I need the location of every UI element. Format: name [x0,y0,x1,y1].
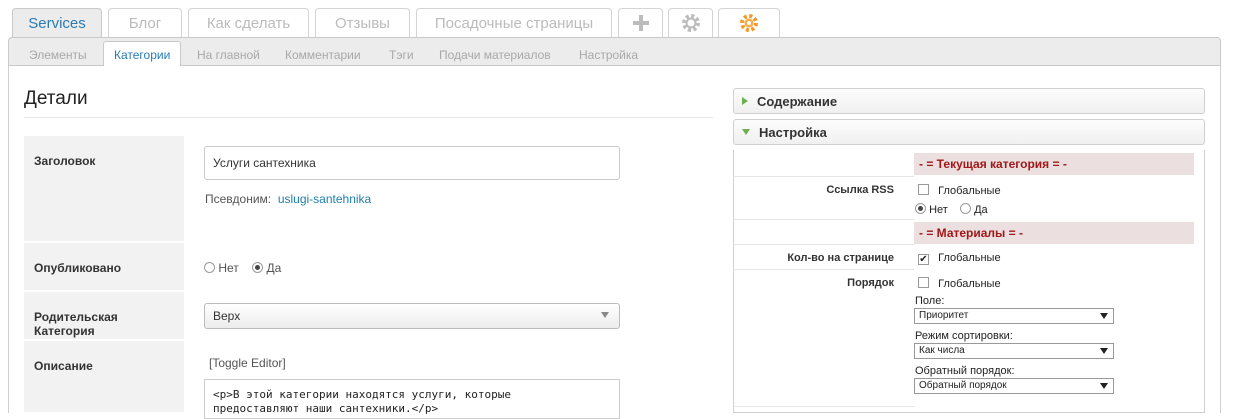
toggle-editor-link[interactable]: [Toggle Editor] [209,356,286,370]
settings-accordion-header[interactable]: Настройка [733,119,1205,145]
gear-icon [681,14,700,32]
sort-mode-select[interactable]: Как числа [914,343,1114,359]
published-yes-radio[interactable] [252,262,264,273]
order-label: Порядок [847,277,894,289]
chevron-down-icon [1100,348,1108,354]
per-page-global-checkbox[interactable]: ✔ [918,254,929,265]
reverse-label: Обратный порядок: [915,365,1015,377]
field-label: Поле: [915,295,945,307]
per-page-label: Кол-во на странице [787,252,894,264]
title-input[interactable]: Услуги сантехника [204,146,620,180]
per-page-global-option: ✔ Глобальные [918,252,1001,265]
subtab-featured[interactable]: На главной [187,44,270,66]
sort-mode-label: Режим сортировки: [915,330,1013,342]
rss-no-radio[interactable] [915,203,926,214]
page-title: Детали [24,88,88,109]
section-current-category: - = Текущая категория = - [914,153,1194,175]
settings-row-divider [733,150,914,177]
rss-global-option: Глобальные [918,184,1001,197]
tab-component-settings[interactable] [718,8,780,37]
tab-blog[interactable]: Блог [108,8,182,37]
published-no-radio[interactable] [204,262,215,273]
settings-row-divider [733,220,914,245]
component-gear-icon [740,14,758,32]
subtab-tags[interactable]: Тэги [379,44,424,66]
tab-add[interactable] [618,8,663,37]
description-textarea[interactable]: <p>В этой категории находятся услуги, ко… [204,379,620,419]
rss-yes-radio[interactable] [960,203,972,214]
sub-tab-bar: Элементы Категории На главной Комментари… [8,37,1221,67]
alias-value[interactable]: uslugi-santehnika [278,192,371,206]
section-materials: - = Материалы = - [914,222,1194,244]
tab-landing-pages[interactable]: Посадочные страницы [416,8,612,37]
description-label: Описание [24,341,184,413]
subtab-submissions[interactable]: Подачи материалов [429,44,561,66]
parent-label: Родительская Категория [24,292,184,340]
reverse-select[interactable]: Обратный порядок [914,378,1114,394]
chevron-down-icon [601,312,609,318]
subtab-comments[interactable]: Комментарии [275,44,371,66]
alias-row: Псевдоним: uslugi-santehnika [205,192,372,206]
order-global-checkbox[interactable] [918,277,929,288]
title-label: Заголовок [24,136,184,242]
subtab-items[interactable]: Элементы [19,44,97,66]
collapse-arrow-icon [742,129,750,135]
published-options: Нет Да [204,261,281,275]
parent-select[interactable]: Верх [204,303,620,329]
expand-arrow-icon [742,97,748,105]
chevron-down-icon [1100,383,1108,389]
rss-global-checkbox[interactable] [918,184,929,195]
plus-icon [632,15,649,31]
content-accordion-header[interactable]: Содержание [733,88,1205,114]
chevron-down-icon [1100,313,1108,319]
published-label: Опубликовано [24,243,184,291]
field-select[interactable]: Приоритет [914,308,1114,324]
tab-services[interactable]: Services [12,8,102,38]
top-tab-bar: Services Блог Как сделать Отзывы Посадоч… [0,0,1233,38]
tab-settings[interactable] [668,8,713,37]
rss-yes-no-options: Нет Да [915,203,988,216]
subtab-categories[interactable]: Категории [103,41,182,67]
tab-how-to[interactable]: Как сделать [188,8,309,37]
subtab-configuration[interactable]: Настройка [569,44,648,66]
rss-label: Ссылка RSS [826,184,894,196]
divider [24,117,713,118]
tab-reviews[interactable]: Отзывы [315,8,410,37]
settings-row-divider [733,270,914,407]
order-global-option: Глобальные [918,277,1001,290]
